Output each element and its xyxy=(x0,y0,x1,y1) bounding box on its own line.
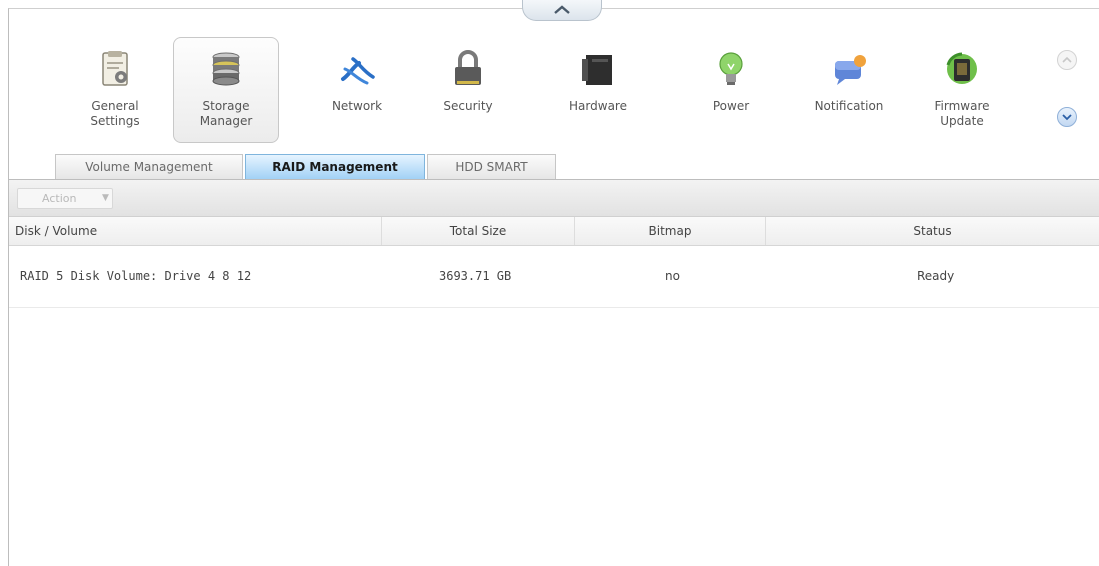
tab-hdd-smart[interactable]: HDD SMART xyxy=(427,154,556,179)
table-row[interactable]: RAID 5 Disk Volume: Drive 4 8 12 3693.71… xyxy=(9,246,1099,308)
toolbar-storage-manager[interactable]: Storage Manager xyxy=(173,37,279,143)
collapse-toolbar-button[interactable] xyxy=(522,0,602,21)
chevron-up-icon xyxy=(1062,56,1072,63)
chevron-up-icon xyxy=(554,5,570,14)
toolbar-label: Network xyxy=(331,99,383,113)
action-label: Action xyxy=(42,192,77,205)
toolbar-hardware[interactable]: Hardware xyxy=(545,37,651,143)
light-bulb-icon xyxy=(719,52,743,85)
cell-bitmap: no xyxy=(665,269,680,283)
scroll-up-button[interactable] xyxy=(1057,50,1077,70)
toolbar-firmware-update[interactable]: Firmware Update xyxy=(909,37,1015,143)
hardware-icon xyxy=(582,55,612,85)
toolbar-label: Firmware Update xyxy=(934,99,990,128)
toolbar-security[interactable]: Security xyxy=(415,37,521,143)
column-header-total-size[interactable]: Total Size xyxy=(381,217,574,245)
column-header-disk-volume[interactable]: Disk / Volume xyxy=(15,217,381,245)
toolbar-label: Storage Manager xyxy=(199,99,253,128)
chevron-down-icon xyxy=(1062,114,1072,121)
cell-status: Ready xyxy=(917,269,955,283)
table-header: Disk / Volume Total Size Bitmap Status xyxy=(9,217,1099,246)
notification-icon xyxy=(835,55,866,85)
toolbar-power[interactable]: Power xyxy=(678,37,784,143)
settings-doc-icon xyxy=(102,51,128,86)
hard-disk-icon xyxy=(212,52,240,86)
tab-volume-management[interactable]: Volume Management xyxy=(55,154,243,179)
toolbar-network[interactable]: Network xyxy=(304,37,410,143)
action-dropdown-button[interactable]: Action ▼ xyxy=(17,188,113,209)
toolbar-label: Power xyxy=(712,99,750,113)
cell-total-size: 3693.71 GB xyxy=(439,269,512,283)
scroll-down-button[interactable] xyxy=(1057,107,1077,127)
column-header-bitmap[interactable]: Bitmap xyxy=(574,217,765,245)
toolbar-general-settings[interactable]: General Settings xyxy=(62,37,168,143)
padlock-icon xyxy=(455,50,481,85)
cell-volume: RAID 5 Disk Volume: Drive 4 8 12 xyxy=(20,269,252,283)
column-header-status[interactable]: Status xyxy=(765,217,1099,245)
network-icon xyxy=(341,57,375,85)
action-bar: Action ▼ xyxy=(9,180,1099,217)
toolbar-label: General Settings xyxy=(90,99,140,128)
toolbar-label: Hardware xyxy=(569,99,627,113)
caret-down-icon: ▼ xyxy=(102,193,109,203)
firmware-update-icon xyxy=(946,52,977,84)
tab-raid-management[interactable]: RAID Management xyxy=(245,154,425,180)
toolbar-label: Notification xyxy=(814,99,884,113)
toolbar-notification[interactable]: Notification xyxy=(796,37,902,143)
toolbar-label: Security xyxy=(443,99,493,113)
